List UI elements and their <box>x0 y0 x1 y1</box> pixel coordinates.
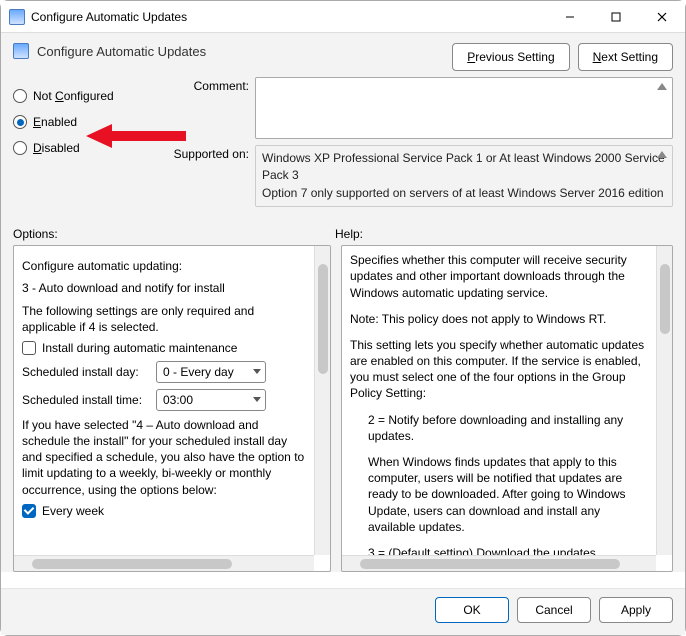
radio-circle <box>13 89 27 103</box>
options-label: Options: <box>13 227 335 241</box>
app-icon <box>9 9 25 25</box>
help-panel: Specifies whether this computer will rec… <box>341 245 673 572</box>
chk-label: Install during automatic maintenance <box>42 341 237 355</box>
minimize-button[interactable] <box>547 2 593 32</box>
dropdown-value: 0 - Every day <box>163 365 234 379</box>
options-note: The following settings are only required… <box>22 303 306 335</box>
radio-group: Not Configured Enabled Disabled <box>13 77 153 213</box>
dropdown-value: 03:00 <box>163 393 193 407</box>
chk-maintenance[interactable]: Install during automatic maintenance <box>22 341 306 355</box>
checkbox-icon <box>22 341 36 355</box>
radio-label: Not Configured <box>33 89 114 103</box>
options-para: If you have selected "4 – Auto download … <box>22 417 306 498</box>
update-mode-dropdown[interactable]: 3 - Auto download and notify for install <box>22 280 306 296</box>
options-v-scrollbar[interactable] <box>314 246 330 555</box>
help-text: When Windows finds updates that apply to… <box>350 454 648 535</box>
config-area: Not Configured Enabled Disabled Comment:… <box>1 77 685 217</box>
radio-circle <box>13 115 27 129</box>
options-h-scrollbar[interactable] <box>14 555 314 571</box>
help-text: This setting lets you specify whether au… <box>350 337 648 402</box>
supported-box: Windows XP Professional Service Pack 1 o… <box>255 145 673 207</box>
options-panel: Configure automatic updating: 3 - Auto d… <box>13 245 331 572</box>
supported-text: Windows XP Professional Service Pack 1 o… <box>262 151 665 200</box>
radio-disabled[interactable]: Disabled <box>13 135 153 161</box>
policy-title: Configure Automatic Updates <box>37 44 206 59</box>
help-h-scrollbar[interactable] <box>342 555 656 571</box>
radio-label: Disabled <box>33 141 80 155</box>
window-title: Configure Automatic Updates <box>31 10 187 24</box>
install-day-label: Scheduled install day: <box>22 365 150 379</box>
help-text: 3 = (Default setting) Download the updat… <box>350 545 648 555</box>
scroll-up-icon[interactable] <box>657 83 667 90</box>
next-setting-button[interactable]: Next Setting <box>578 43 673 71</box>
previous-setting-button[interactable]: Previous Setting <box>452 43 569 71</box>
titlebar: Configure Automatic Updates <box>1 1 685 33</box>
chevron-down-icon <box>253 397 261 402</box>
install-time-label: Scheduled install time: <box>22 393 150 407</box>
install-day-dropdown[interactable]: 0 - Every day <box>156 361 266 383</box>
section-labels: Options: Help: <box>1 217 685 245</box>
close-button[interactable] <box>639 2 685 32</box>
lower-panels: Configure automatic updating: 3 - Auto d… <box>1 245 685 572</box>
help-text: Specifies whether this computer will rec… <box>350 252 648 301</box>
options-content: Configure automatic updating: 3 - Auto d… <box>14 246 314 555</box>
scroll-up-icon[interactable] <box>657 151 667 158</box>
supported-label: Supported on: <box>161 145 249 161</box>
help-text: 2 = Notify before downloading and instal… <box>350 412 648 444</box>
help-label: Help: <box>335 227 363 241</box>
footer: OK Cancel Apply <box>1 588 685 635</box>
apply-button[interactable]: Apply <box>599 597 673 623</box>
header: Configure Automatic Updates Previous Set… <box>1 33 685 77</box>
chk-label: Every week <box>42 504 104 518</box>
radio-not-configured[interactable]: Not Configured <box>13 83 153 109</box>
policy-icon <box>13 43 29 59</box>
cancel-button[interactable]: Cancel <box>517 597 591 623</box>
help-v-scrollbar[interactable] <box>656 246 672 555</box>
radio-label: Enabled <box>33 115 77 129</box>
chk-every-week[interactable]: Every week <box>22 504 306 518</box>
comment-label: Comment: <box>161 77 249 93</box>
comment-input[interactable] <box>255 77 673 139</box>
radio-circle <box>13 141 27 155</box>
checkbox-icon <box>22 504 36 518</box>
help-content: Specifies whether this computer will rec… <box>342 246 656 555</box>
chevron-down-icon <box>253 369 261 374</box>
install-time-dropdown[interactable]: 03:00 <box>156 389 266 411</box>
radio-enabled[interactable]: Enabled <box>13 109 153 135</box>
options-heading: Configure automatic updating: <box>22 258 306 274</box>
maximize-button[interactable] <box>593 2 639 32</box>
ok-button[interactable]: OK <box>435 597 509 623</box>
help-text: Note: This policy does not apply to Wind… <box>350 311 648 327</box>
